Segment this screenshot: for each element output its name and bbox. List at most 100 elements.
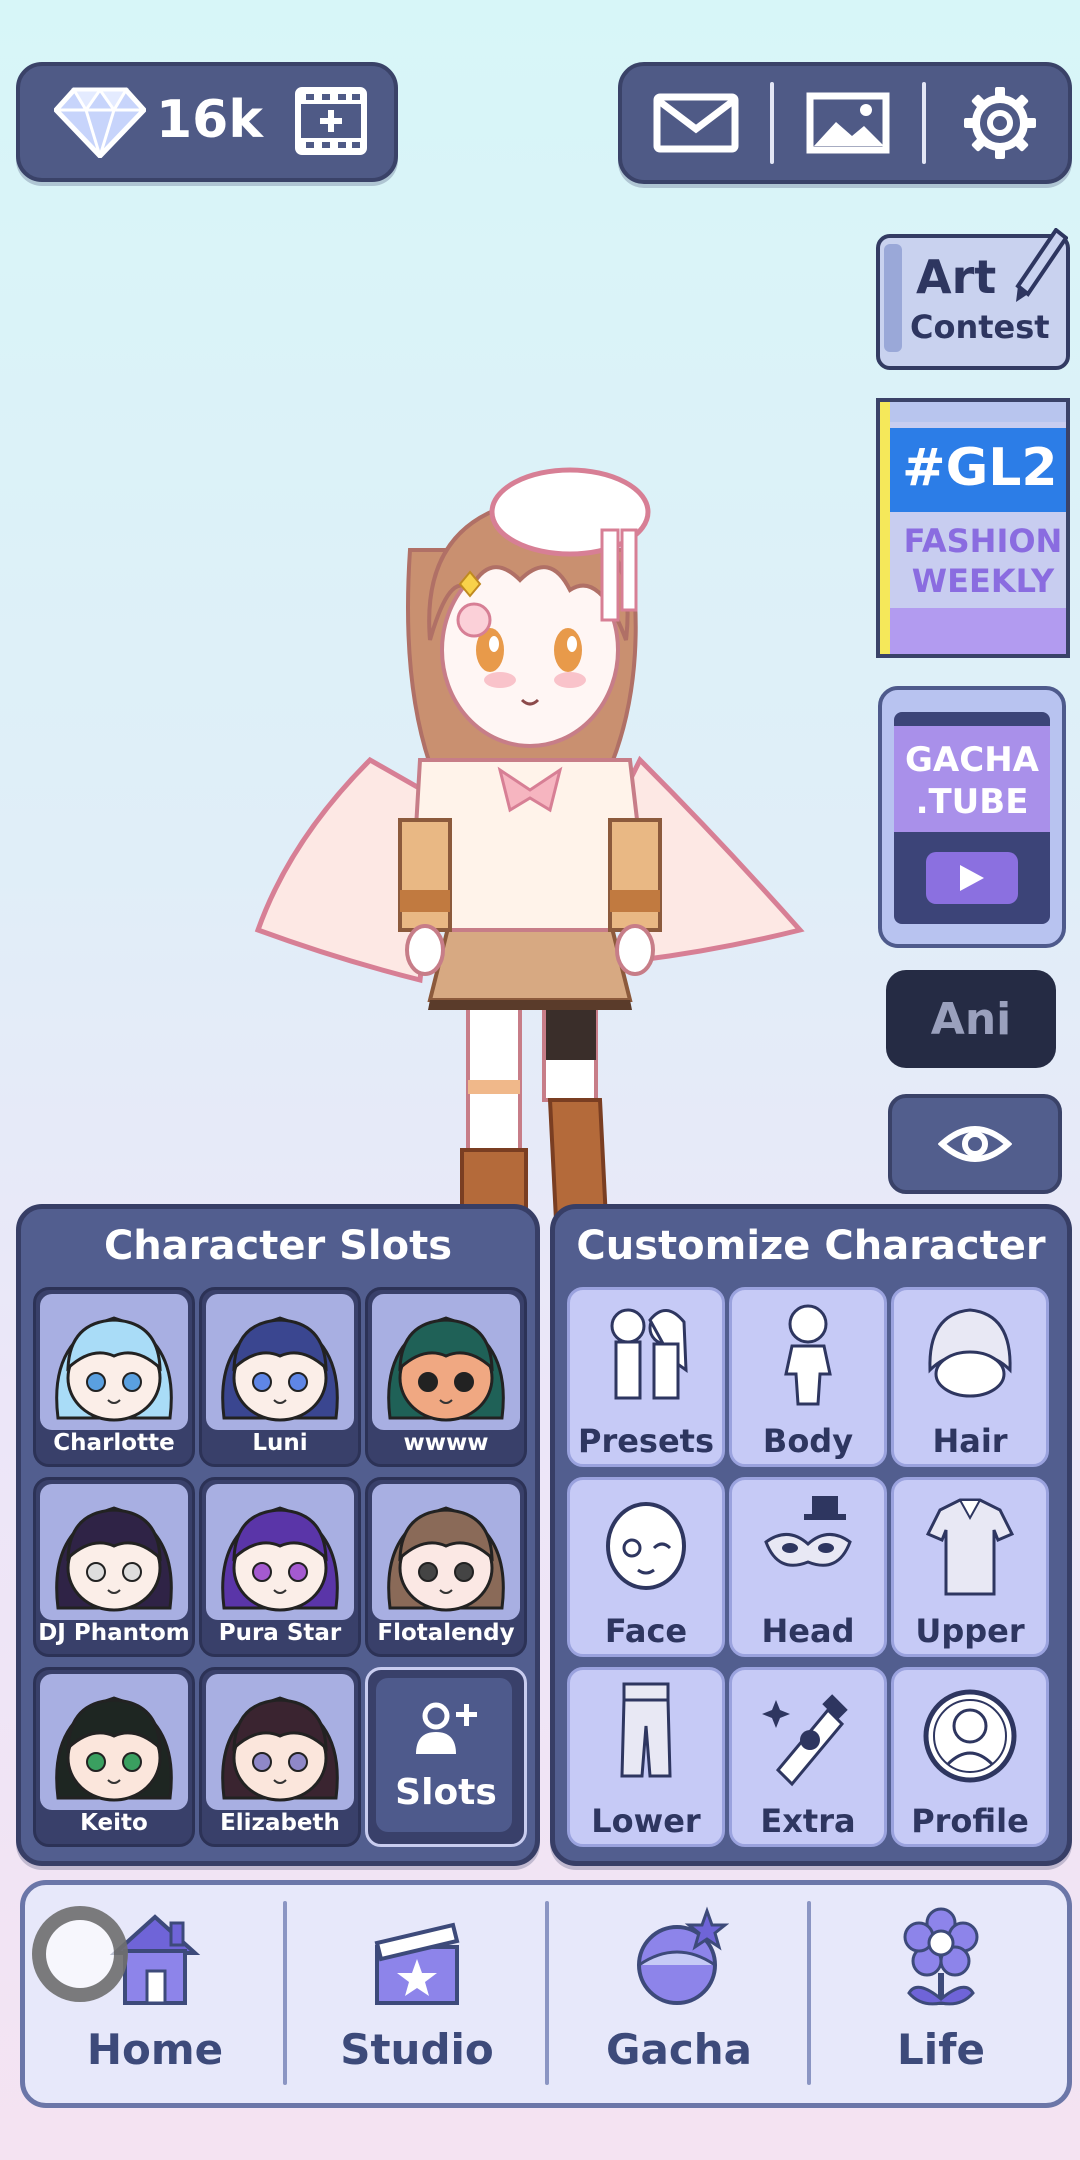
film-add-button[interactable]	[294, 84, 368, 158]
visibility-toggle-button[interactable]	[888, 1094, 1062, 1194]
magazine-spine	[880, 402, 890, 654]
gl2-line2: WEEKLY	[911, 562, 1055, 600]
ani-label: Ani	[930, 993, 1012, 1045]
profile-icon	[923, 1689, 1017, 1783]
character-slot-name: Keito	[80, 1810, 148, 1836]
top-right-toolbar	[618, 62, 1072, 184]
currency-value: 16k	[156, 90, 263, 150]
customize-profile-label: Profile	[911, 1802, 1029, 1840]
eye-icon	[938, 1126, 1012, 1162]
art-contest-button[interactable]: Art Contest	[876, 228, 1070, 370]
customize-body-button[interactable]: Body	[729, 1287, 887, 1467]
character-slots-panel: Character Slots Charlotte Luni wwww DJ Phan…	[16, 1204, 540, 1866]
diamond-icon	[54, 87, 146, 158]
art-contest-line1: Art	[916, 250, 997, 304]
character-slot[interactable]: wwww	[365, 1287, 527, 1467]
customize-hair-button[interactable]: Hair	[891, 1287, 1049, 1467]
art-contest-line2: Contest	[910, 308, 1050, 346]
gl2-fashion-weekly-button[interactable]: #GL2 FASHION WEEKLY	[876, 398, 1070, 658]
character-avatar	[387, 1316, 505, 1422]
character-slot[interactable]: DJ Phantom	[33, 1477, 195, 1657]
character-avatar	[55, 1506, 173, 1612]
flower-icon	[903, 1907, 979, 2006]
character-slot[interactable]: Luni	[199, 1287, 361, 1467]
add-slots-label: Slots	[395, 1772, 497, 1813]
play-icon	[926, 852, 1018, 904]
pencil-icon	[1015, 228, 1068, 302]
nav-studio[interactable]: Studio	[287, 1885, 547, 2103]
character-slot[interactable]: Pura Star	[199, 1477, 361, 1657]
tablet-screen: GACHA .TUBE	[894, 712, 1050, 924]
customize-character-panel: Customize Character Presets Body Hair Face H…	[550, 1204, 1072, 1866]
character-slot-name: Luni	[252, 1430, 308, 1456]
customize-presets-label: Presets	[577, 1422, 715, 1460]
character-preview[interactable]	[250, 460, 810, 1230]
customize-head-label: Head	[761, 1612, 855, 1650]
add-person-icon	[416, 1702, 477, 1754]
head-icon	[764, 1496, 852, 1567]
customize-body-label: Body	[762, 1422, 854, 1460]
customize-lower-label: Lower	[591, 1802, 701, 1840]
character-avatar	[387, 1506, 505, 1612]
customize-face-label: Face	[604, 1612, 688, 1650]
settings-button[interactable]	[926, 66, 1074, 180]
customize-lower-button[interactable]: Lower	[567, 1667, 725, 1847]
notebook-spine	[884, 244, 902, 352]
ani-button[interactable]: Ani	[886, 970, 1056, 1068]
nav-life-label: Life	[897, 2025, 985, 2074]
character-slot-name: DJ Phantom	[38, 1620, 190, 1646]
magazine-top	[880, 402, 1066, 422]
nav-studio-label: Studio	[340, 2025, 494, 2074]
lower-icon	[620, 1682, 672, 1778]
film-add-icon	[295, 87, 367, 155]
image-icon	[806, 92, 890, 154]
clapperboard-icon	[374, 1922, 460, 2005]
body-icon	[784, 1304, 832, 1406]
character-avatar	[221, 1316, 339, 1422]
customize-hair-label: Hair	[932, 1422, 1008, 1460]
gl2-title: #GL2	[902, 438, 1058, 498]
customize-extra-label: Extra	[760, 1802, 856, 1840]
gacha-orb-icon	[637, 1906, 729, 2005]
customize-upper-label: Upper	[915, 1612, 1025, 1650]
gacha-tube-button[interactable]: GACHA .TUBE	[878, 686, 1066, 948]
character-slot[interactable]: Keito	[33, 1667, 195, 1847]
character-avatar	[55, 1316, 173, 1422]
character-slot-name: Flotalendy	[377, 1620, 515, 1646]
character-slot[interactable]: Flotalendy	[365, 1477, 527, 1657]
nav-gacha[interactable]: Gacha	[549, 1885, 809, 2103]
customize-extra-button[interactable]: Extra	[729, 1667, 887, 1847]
nav-life[interactable]: Life	[811, 1885, 1071, 2103]
character-slot-name: Pura Star	[218, 1620, 342, 1646]
presets-icon	[610, 1308, 688, 1400]
touch-indicator	[32, 1906, 128, 2002]
upper-icon	[925, 1498, 1015, 1596]
mail-button[interactable]	[622, 66, 770, 180]
nav-home-label: Home	[86, 2025, 224, 2074]
customize-face-button[interactable]: Face	[567, 1477, 725, 1657]
gallery-button[interactable]	[774, 66, 922, 180]
character-avatar	[55, 1696, 173, 1802]
gacha-tube-line2: .TUBE	[915, 782, 1029, 822]
customize-character-title: Customize Character	[576, 1223, 1046, 1269]
gacha-tube-line1: GACHA	[905, 740, 1039, 780]
character-avatar	[221, 1506, 339, 1612]
gear-icon	[964, 87, 1036, 159]
bottom-navigation: Home Studio Gacha Life	[20, 1880, 1072, 2108]
nav-gacha-label: Gacha	[606, 2025, 752, 2074]
extra-icon	[762, 1694, 848, 1787]
gl2-line1: FASHION	[903, 522, 1063, 560]
character-slot[interactable]: Elizabeth	[199, 1667, 361, 1847]
customize-presets-button[interactable]: Presets	[567, 1287, 725, 1467]
face-icon	[606, 1502, 686, 1590]
currency-panel: 16k	[16, 62, 398, 182]
customize-upper-button[interactable]: Upper	[891, 1477, 1049, 1657]
magazine-bottom	[880, 608, 1066, 654]
hair-icon	[928, 1308, 1012, 1398]
customize-profile-button[interactable]: Profile	[891, 1667, 1049, 1847]
add-slots-button[interactable]: Slots	[365, 1667, 527, 1847]
customize-head-button[interactable]: Head	[729, 1477, 887, 1657]
mail-icon	[653, 93, 739, 153]
character-slots-title: Character Slots	[103, 1223, 453, 1269]
character-slot[interactable]: Charlotte	[33, 1287, 195, 1467]
